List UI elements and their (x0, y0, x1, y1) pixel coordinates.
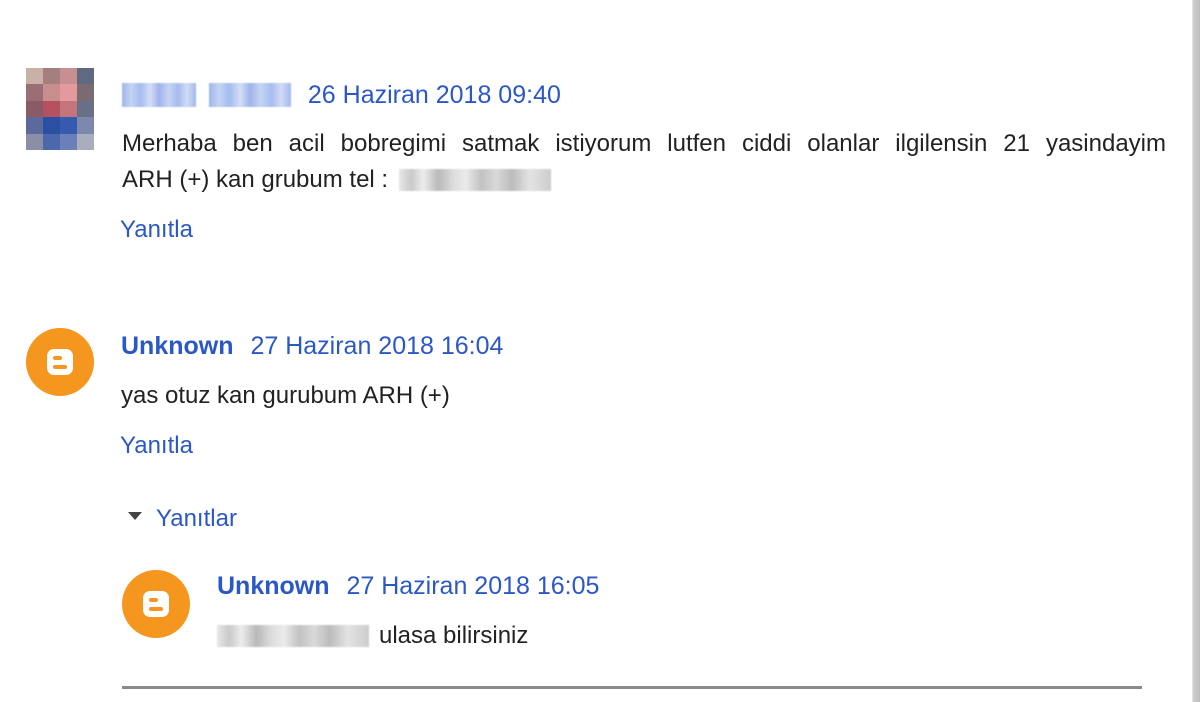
comment-body: ulasa bilirsiniz (217, 618, 528, 654)
comment-header: Unknown 27 Haziran 2018 16:05 (217, 571, 599, 601)
author-name-redacted[interactable] (122, 83, 196, 107)
replies-toggle-label: Yanıtlar (156, 505, 237, 532)
comment-body-text: ARH (+) kan grubum tel : (122, 166, 389, 193)
user-avatar-pixelated[interactable] (26, 68, 94, 150)
author-surname-redacted[interactable] (208, 83, 291, 107)
comment-date-link[interactable]: 27 Haziran 2018 16:05 (346, 572, 599, 600)
phone-number-redacted (217, 625, 369, 647)
phone-number-redacted (398, 169, 551, 191)
comment-body-line: ARH (+) kan grubum tel : (122, 162, 1166, 198)
author-name-link[interactable]: Unknown (217, 572, 330, 600)
comment-body-line: Merhaba ben acil bobregimi satmak istiyo… (122, 130, 1166, 157)
reply-button[interactable]: Yanıtla (120, 431, 193, 461)
author-name-link[interactable]: Unknown (121, 332, 234, 360)
blogger-logo-icon[interactable] (122, 570, 190, 638)
blogger-logo-icon[interactable] (26, 328, 94, 396)
reply-button[interactable]: Yanıtla (120, 215, 193, 245)
comment-body-text: ulasa bilirsiniz (379, 622, 529, 649)
comment-date-link[interactable]: 27 Haziran 2018 16:04 (250, 332, 503, 360)
window-edge (1190, 0, 1200, 702)
comments-divider (122, 686, 1142, 689)
comment-header: 26 Haziran 2018 09:40 (122, 80, 561, 110)
triangle-down-icon (128, 512, 142, 520)
comment-body: yas otuz kan gurubum ARH (+) (121, 382, 450, 409)
comment-body: Merhaba ben acil bobregimi satmak istiyo… (122, 126, 1166, 198)
comment-header: Unknown 27 Haziran 2018 16:04 (121, 331, 503, 361)
replies-toggle[interactable]: Yanıtlar (128, 504, 237, 534)
comment-date-link[interactable]: 26 Haziran 2018 09:40 (308, 81, 561, 109)
